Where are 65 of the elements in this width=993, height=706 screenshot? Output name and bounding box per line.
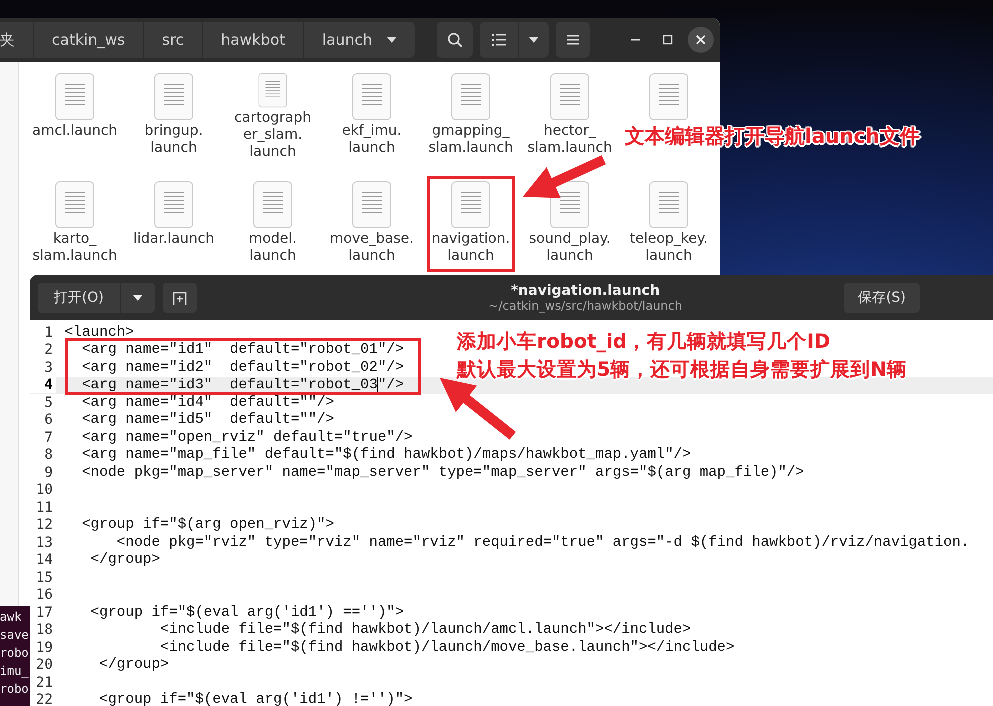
file-name[interactable]: ekf_imu. launch <box>342 123 402 157</box>
path-segment[interactable]: hawkbot <box>203 22 304 58</box>
file-name[interactable]: teleop_key. launch <box>630 231 708 265</box>
file-name[interactable]: hector_ slam.launch <box>528 123 612 157</box>
annotation-text: 默认最大设置为5辆，还可根据自身需要扩展到N辆 <box>457 358 907 382</box>
terminal-text: save <box>0 627 30 644</box>
file-name[interactable]: amcl.launch <box>32 123 118 140</box>
code-line: <arg name="open_rviz" default="true"/> <box>81 430 413 446</box>
file-name[interactable]: karto_ slam.launch <box>32 231 118 265</box>
code-line: <node pkg="rviz" type="rviz" name="rviz" required="true" args="-d $(find hawkbot)/rviz/navigation. <box>116 534 970 551</box>
open-menu-button[interactable] <box>120 282 155 312</box>
save-button[interactable]: 保存(S) <box>844 282 920 312</box>
code-line: <arg name="map_file" default="$(find hawkbot)/maps/hawkbot_map.yaml"/> <box>81 447 692 464</box>
caret-icon <box>529 37 539 43</box>
window-title: *navigation.launch <box>511 282 660 298</box>
code-line: <arg name="id2" default="robot_02"/> <box>81 360 404 376</box>
open-button[interactable]: 打开(O) <box>38 282 121 312</box>
terminal-text: robo <box>0 681 30 698</box>
text-cursor <box>377 377 378 392</box>
new-tab-button[interactable] <box>162 282 197 312</box>
file-name[interactable]: move_base. launch <box>330 231 414 265</box>
code-line: <group if="$(eval arg('id1') !='')"> <box>98 692 413 706</box>
file-name[interactable]: gmapping_ slam.launch <box>428 123 514 157</box>
search-button[interactable] <box>437 22 473 58</box>
close-icon <box>696 35 706 45</box>
maximize-icon <box>663 35 673 45</box>
path-segment[interactable]: launch <box>304 22 416 58</box>
code-line: <group if="$(arg open_rviz)"> <box>81 517 334 534</box>
new-tab-icon <box>172 290 187 304</box>
file-name[interactable]: navigation. launch <box>432 231 510 265</box>
code-line: <arg name="id1" default="robot_01"/> <box>81 342 404 358</box>
menu-icon <box>566 34 580 46</box>
file-name[interactable]: model. launch <box>248 231 298 265</box>
document-icon <box>451 181 491 229</box>
file-name[interactable]: bringup. launch <box>144 123 204 157</box>
code-line: <launch> <box>64 324 134 341</box>
menu-button[interactable] <box>556 22 590 58</box>
path-segment[interactable]: 夹 <box>0 22 34 58</box>
path-segment[interactable]: catkin_ws <box>34 22 144 58</box>
annotation-text: 添加小车robot_id，有几辆就填写几个ID <box>457 330 831 354</box>
list-view-button[interactable] <box>480 22 518 58</box>
terminal-text: imu_ <box>0 663 30 680</box>
path-segment[interactable]: src <box>144 22 204 58</box>
code-line: <arg name="id4" default=""/> <box>81 394 334 411</box>
code-line: <include file="$(find hawkbot)/launch/move_base.launch"></include> <box>159 640 735 656</box>
file-name[interactable]: cartograph er_slam. launch <box>234 110 312 161</box>
terminal-text: robo <box>0 645 30 662</box>
code-line: <include file="$(find hawkbot)/launch/amcl.launch"></include> <box>159 622 692 638</box>
list-icon <box>491 33 507 47</box>
caret-icon <box>132 294 143 300</box>
line-number: 4 <box>30 377 56 394</box>
file-name[interactable]: sound_play. launch <box>529 231 611 265</box>
view-options-button[interactable] <box>519 22 549 58</box>
code-line: <group if="$(eval arg('id1') =='')"> <box>90 604 404 621</box>
close-button[interactable] <box>688 27 714 53</box>
file-path: ~/catkin_ws/src/hawkbot/launch <box>488 298 682 312</box>
file-name[interactable]: lidar.launch <box>134 231 214 248</box>
code-line: </group> <box>98 657 170 674</box>
code-line: <node pkg="map_server" name="map_server" type="map_server" args="$(arg map_file)"/> <box>81 464 804 481</box>
terminal-text: awk <box>0 609 23 626</box>
code-line: <arg name="id3" default="robot_03"/> <box>81 377 404 394</box>
code-line: <arg name="id5" default=""/> <box>81 412 334 428</box>
code-line: </group> <box>90 552 160 568</box>
search-icon <box>447 32 463 48</box>
minimize-icon <box>630 39 640 41</box>
